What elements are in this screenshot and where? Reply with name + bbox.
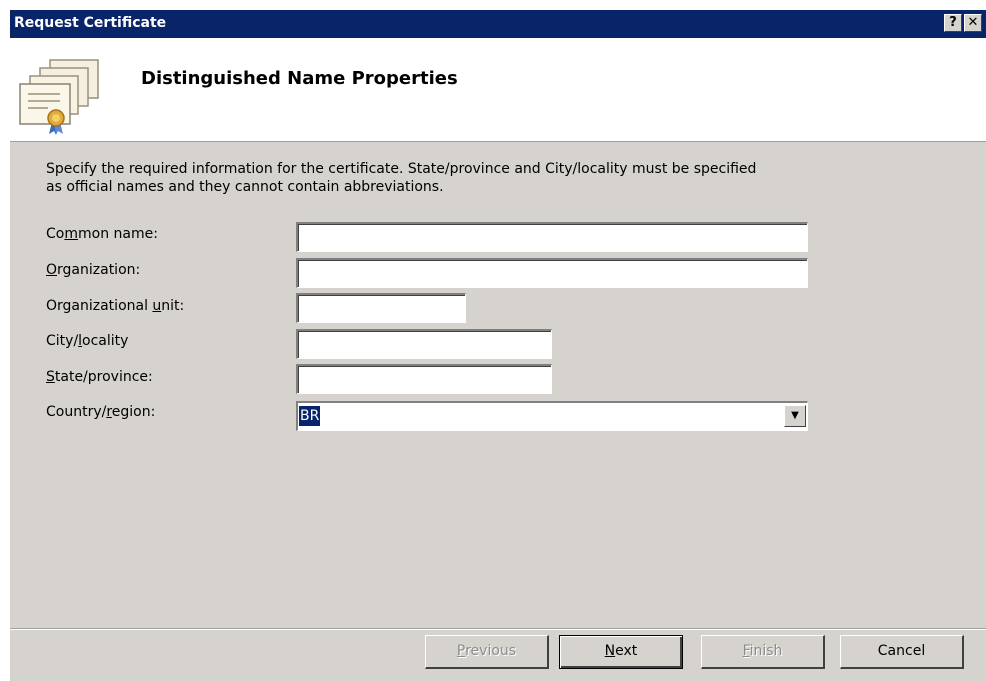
city-locality-label: City/locality [46,333,129,349]
common-name-label: Common name: [46,226,158,242]
page-title: Distinguished Name Properties [141,68,458,89]
state-province-input[interactable] [296,364,552,394]
country-region-value: BR [299,406,321,426]
organization-label: Organization: [46,262,141,278]
next-button[interactable]: Next [559,635,683,669]
organizational-unit-label: Organizational unit: [46,298,185,314]
certificate-icon [19,59,99,135]
close-button[interactable]: ✕ [964,14,982,32]
organization-input[interactable] [296,258,808,288]
window-title: Request Certificate [14,15,167,31]
city-locality-input[interactable] [296,329,552,359]
cancel-button[interactable]: Cancel [840,635,964,669]
common-name-input[interactable] [296,222,808,252]
previous-button[interactable]: Previous [425,635,549,669]
finish-button[interactable]: Finish [701,635,825,669]
instructions-line-2: as official names and they cannot contai… [46,179,444,195]
state-province-label: State/province: [46,369,153,385]
wizard-header: Distinguished Name Properties [10,38,986,142]
dropdown-arrow-icon[interactable]: ▼ [784,405,806,427]
country-region-label: Country/region: [46,404,156,420]
footer-divider [10,628,986,630]
instructions-line-1: Specify the required information for the… [46,161,757,177]
request-certificate-dialog: Request Certificate ? ✕ Distinguished Na… [10,10,986,681]
country-region-select[interactable]: BR ▼ [296,401,808,431]
help-button[interactable]: ? [944,14,962,32]
organizational-unit-input[interactable] [296,293,466,323]
instructions-text: Specify the required information for the… [46,160,926,196]
title-bar[interactable]: Request Certificate ? ✕ [10,10,986,38]
